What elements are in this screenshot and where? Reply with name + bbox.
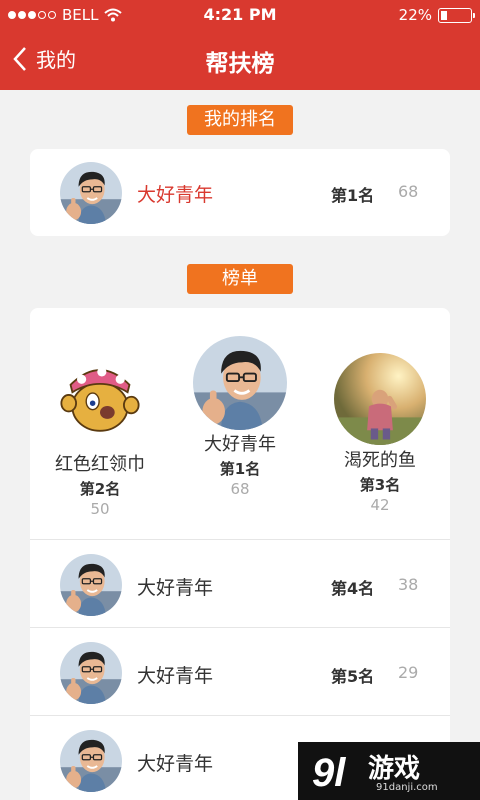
row-rank: 第4名 [331,579,375,598]
battery-icon [438,7,475,23]
row-name: 大好青年 [137,665,214,687]
my-rank-name: 大好青年 [137,184,214,206]
my-rank-card[interactable]: 大好青年 第1名 68 [30,149,450,236]
podium-3-score: 42 [370,496,390,514]
row-name: 大好青年 [137,753,214,775]
battery-fill [441,10,447,20]
row-name: 大好青年 [137,577,214,599]
row-score: 29 [398,663,419,682]
row-score: 38 [398,575,419,594]
my-rank-section-label: 我的排名 [187,105,293,135]
avatar [60,162,122,224]
podium-1-avatar[interactable] [193,336,287,430]
svg-text:9l: 9l [312,751,346,794]
table-row[interactable]: 大好青年 第4名 38 [30,539,450,627]
leaderboard-card: 大好青年 第1名 68 红色红领巾 第2名 50 渴死的鱼 第3名 42 大好青… [30,308,450,800]
podium-1-rank: 第1名 [219,460,261,478]
status-bar: BELL 4:21 PM 22% [0,0,480,30]
status-right: 22% [398,6,475,24]
podium-1-name: 大好青年 [204,434,276,455]
watermark: 9l 游戏 91danji.com [298,742,480,800]
table-row[interactable]: 大好青年 第5名 29 [30,627,450,715]
avatar [60,554,122,616]
podium-3-name: 渴死的鱼 [344,450,416,471]
podium-3-rank: 第3名 [359,476,401,494]
watermark-url: 91danji.com [376,782,438,793]
row-rank: 第5名 [331,667,375,686]
podium-3: 渴死的鱼 第3名 42 [310,446,450,514]
podium-2: 红色红领巾 第2名 50 [30,450,170,518]
podium-2-score: 50 [90,500,110,518]
podium-2-rank: 第2名 [79,480,121,498]
podium-1: 大好青年 第1名 68 [170,430,310,498]
page-title: 帮扶榜 [205,51,275,77]
avatar [60,730,122,792]
my-rank-score: 68 [398,182,419,201]
podium-3-avatar[interactable] [334,353,426,445]
battery-percent: 22% [398,6,432,24]
podium-2-name: 红色红领巾 [55,454,145,475]
watermark-brand: 游戏 [368,754,421,784]
watermark-logo-icon: 9l [312,751,346,794]
podium-1-score: 68 [230,480,250,498]
leaderboard-section-label: 榜单 [187,264,293,294]
my-rank-position: 第1名 [331,186,375,205]
podium-2-avatar[interactable] [54,348,146,440]
avatar [60,642,122,704]
nav-bar: 我的 帮扶榜 [0,30,480,90]
